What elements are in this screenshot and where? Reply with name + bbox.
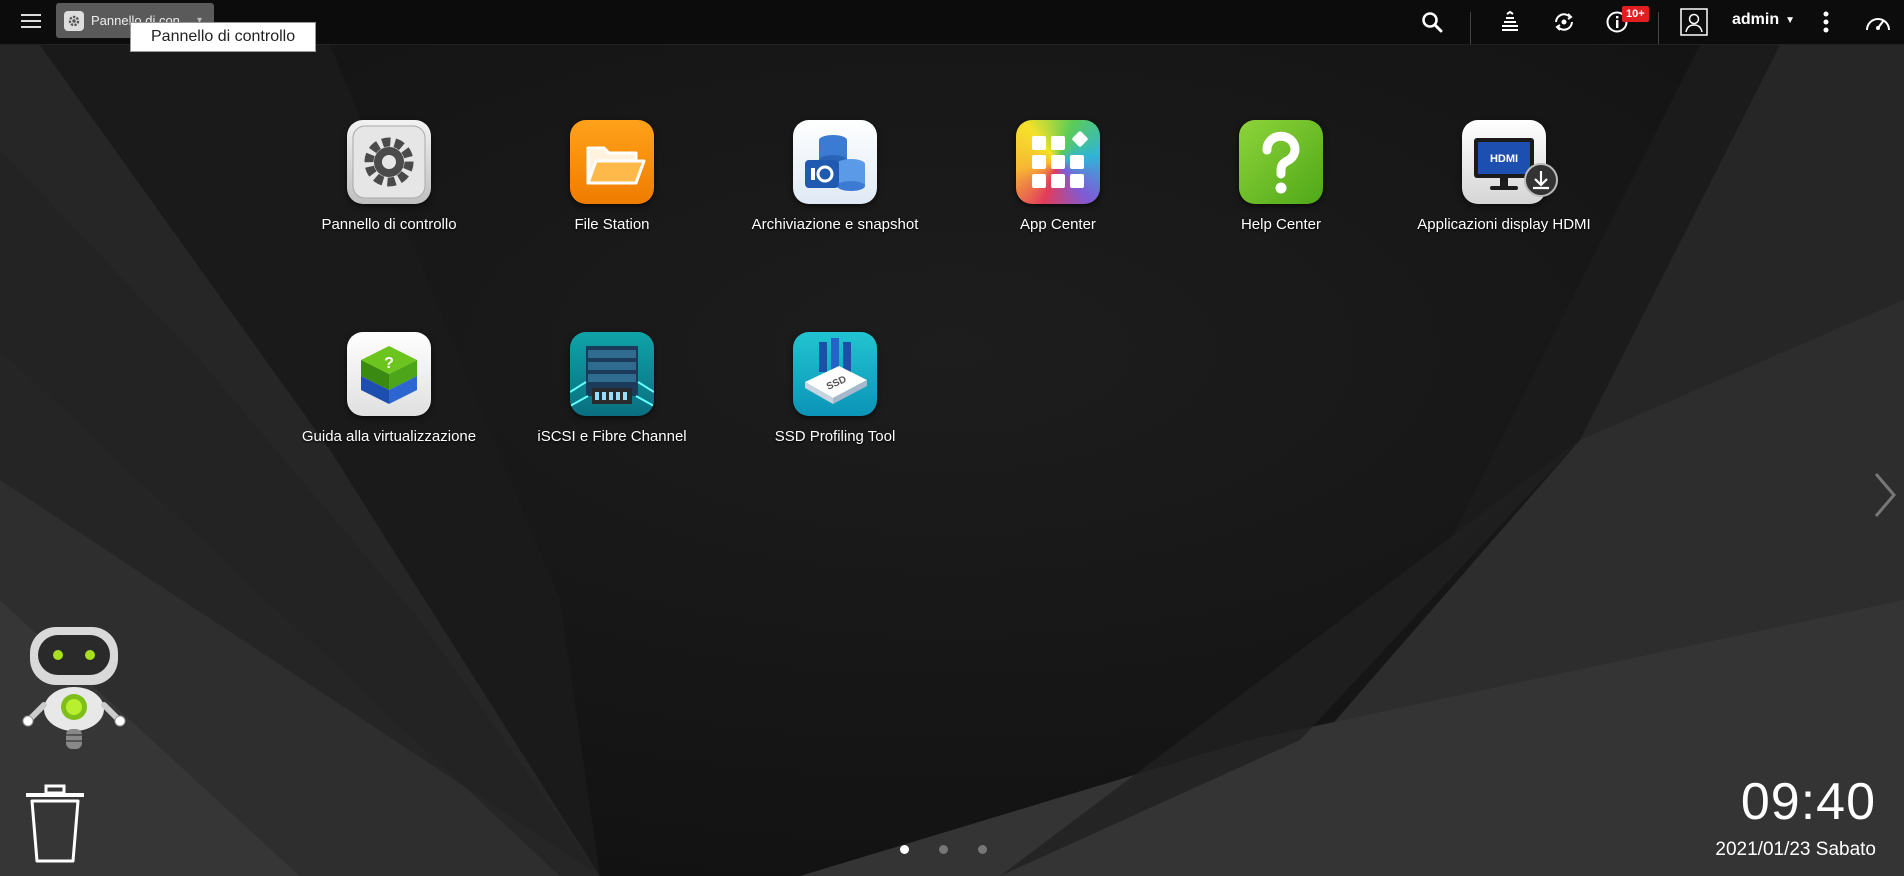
qboost-robot-assistant[interactable]	[18, 625, 130, 753]
stack-tasks-icon	[1502, 10, 1518, 31]
speedometer-icon	[1866, 18, 1890, 31]
app-storage-snapshots[interactable]: Archiviazione e snapshot	[725, 120, 945, 233]
app-label: SSD Profiling Tool	[774, 428, 896, 445]
app-label: Guida alla virtualizzazione	[301, 428, 477, 445]
notification-badge: 10+	[1622, 6, 1649, 22]
app-file-station[interactable]: File Station	[502, 120, 722, 233]
sync-icon	[1555, 13, 1573, 31]
app-help-center[interactable]: Help Center	[1171, 120, 1391, 233]
app-label: Archiviazione e snapshot	[751, 216, 919, 233]
app-label: Help Center	[1240, 216, 1322, 233]
main-menu-button[interactable]	[18, 8, 44, 34]
dashboard-button[interactable]	[1864, 8, 1892, 36]
app-app-center[interactable]: App Center	[948, 120, 1168, 233]
page-dot-3[interactable]	[978, 845, 987, 854]
hamburger-icon	[21, 14, 41, 28]
toolbar-separator	[1470, 12, 1471, 44]
page-dot-1[interactable]	[900, 845, 909, 854]
app-label: Pannello di controllo	[321, 216, 457, 233]
app-hdmi-display[interactable]: HDMI Applicazioni display HDMI	[1394, 120, 1614, 233]
page-dot-2[interactable]	[939, 845, 948, 854]
desktop-pagination	[900, 845, 987, 854]
vertical-dots-icon	[1823, 11, 1829, 33]
username: admin	[1732, 11, 1780, 28]
toolbar-separator	[1658, 12, 1659, 44]
caret-down-icon: ▼	[1785, 14, 1796, 26]
background-tasks-button[interactable]	[1496, 8, 1524, 36]
app-label: File Station	[574, 216, 650, 233]
gear-icon	[347, 120, 431, 204]
tab-tooltip: Pannello di controllo	[130, 22, 317, 52]
question-icon	[1239, 120, 1323, 204]
user-avatar-button[interactable]	[1680, 8, 1708, 36]
app-control-panel[interactable]: Pannello di controllo	[279, 120, 499, 233]
chevron-right-icon	[1874, 473, 1896, 517]
app-ssd-profiling-tool[interactable]: SSD SSD Profiling Tool	[725, 332, 945, 445]
app-label: App Center	[1020, 216, 1096, 233]
more-options-button[interactable]	[1812, 8, 1840, 36]
server-icon	[570, 332, 654, 416]
svg-text:?: ?	[384, 355, 394, 372]
app-grid-icon	[1016, 120, 1100, 204]
next-page-button[interactable]	[1872, 470, 1898, 520]
app-iscsi-fibre-channel[interactable]: iSCSI e Fibre Channel	[502, 332, 722, 445]
hdmi-text: HDMI	[1490, 153, 1518, 165]
storage-icon	[793, 120, 877, 204]
desktop-date: 2021/01/23 Sabato	[1715, 839, 1876, 860]
trash-icon	[26, 784, 84, 863]
gear-icon	[64, 10, 84, 31]
search-button[interactable]	[1418, 8, 1446, 36]
desktop-clock: 09:40	[1740, 773, 1876, 831]
robot-icon	[22, 627, 126, 749]
ssd-icon: SSD	[793, 332, 877, 416]
search-icon	[1422, 12, 1443, 33]
hdmi-monitor-icon: HDMI	[1462, 120, 1558, 204]
external-devices-button[interactable]	[1550, 8, 1578, 36]
user-icon	[1680, 8, 1708, 36]
virtualization-cube-icon: ?	[347, 332, 431, 416]
app-virtualization-guide[interactable]: ? Guida alla virtualizzazione	[279, 332, 499, 445]
user-menu[interactable]: admin ▼	[1732, 11, 1795, 29]
recycle-bin[interactable]	[24, 783, 86, 865]
app-label: iSCSI e Fibre Channel	[537, 428, 687, 445]
app-label: Applicazioni display HDMI	[1417, 216, 1591, 233]
folder-icon	[570, 120, 654, 204]
